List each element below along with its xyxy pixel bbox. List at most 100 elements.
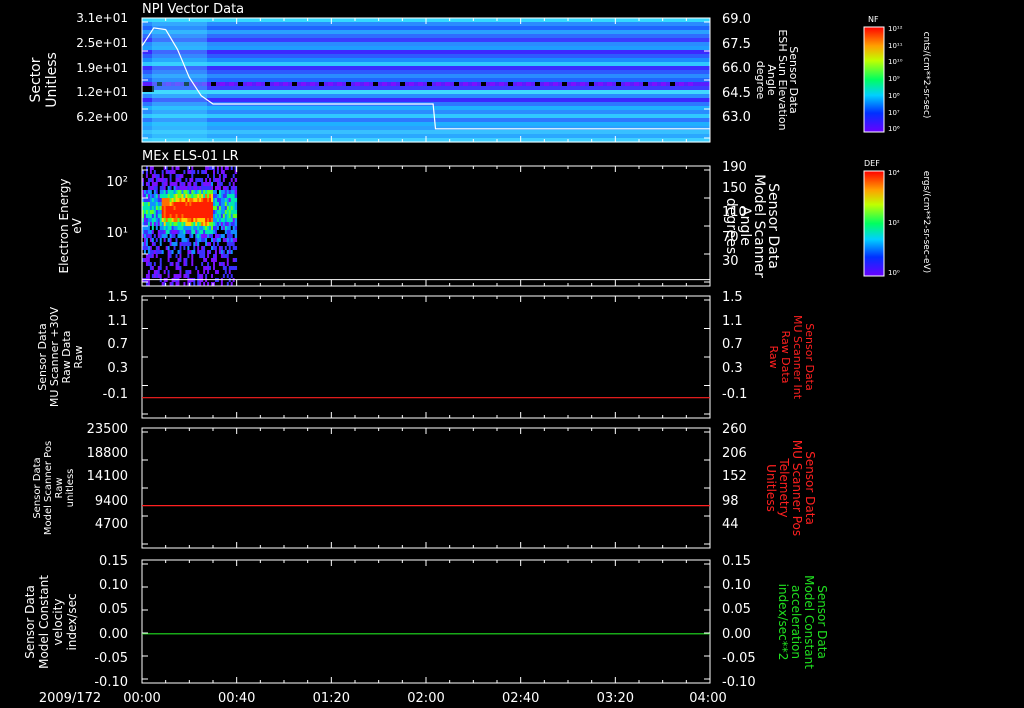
axis-label-line: Sensor Data [803,451,817,525]
axis-label-line: Sector [28,57,44,102]
time-tick-label: 00:00 [123,691,160,706]
tick-label: -0.05 [722,651,756,666]
npi-spectrogram-row [142,86,710,91]
tick-label: 10¹¹ [888,42,903,50]
axis-label-line: degree [754,61,767,100]
colorbar-nf-gradient [863,26,885,133]
npi-spectrogram-row [142,46,710,51]
npi-spectrogram-cell [238,82,243,86]
tick-label: 23500 [87,422,128,437]
mu-raw-right-axis-label: Sensor Data MU Scanner Int Raw Data Raw [767,315,816,400]
npi-left-axis-label: Sector Unitless [28,52,60,108]
els-spectrogram-cell [234,206,238,211]
tick-label: 10⁸ [888,92,900,100]
tick-label: -0.10 [722,675,756,690]
els-spectrogram-cell [234,274,238,279]
npi-spectrogram-cell [472,82,477,86]
npi-spectrogram-cell [247,82,252,86]
tick-label: 0.7 [722,337,743,352]
panel-title-els: MEx ELS-01 LR [142,149,239,164]
npi-spectrogram-cell [589,82,594,86]
tick-label: 69.0 [722,12,751,27]
npi-spectrogram-cell [535,82,540,86]
colorbar-def: DEF 10⁴ 10² 10⁰ ergs/(cm**2-sr-sec-eV) [863,159,931,277]
npi-spectrogram-row [142,54,710,59]
axis-label-line: Raw [72,345,85,368]
model-constant-left-ticks: 0.15 0.10 0.05 0.00 -0.05 -0.10 [94,554,128,690]
tick-label: 0.15 [99,554,128,569]
axis-label-line: velocity [51,599,65,646]
tick-label: 63.0 [722,110,751,125]
npi-spectrogram-row [142,106,710,111]
axis-label-line: Model Constant [802,575,816,669]
npi-spectrogram-cell [283,82,288,86]
npi-spectrogram-row [142,62,710,67]
npi-left-ticks: 3.1e+01 2.5e+01 1.9e+01 1.2e+01 6.2e+00 [76,11,128,124]
tick-label: 14100 [87,469,128,484]
npi-right-ticks: 69.0 67.5 66.0 64.5 63.0 [722,12,751,125]
npi-spectrogram-row [142,118,710,123]
tick-label: 10² [106,175,128,190]
tick-label: 4700 [95,517,128,532]
els-spectrogram-cell [234,174,238,179]
tick-label: 98 [722,494,739,509]
panel-npi: NPI Vector Data 3.1e+01 2.5e+01 1.9e+01 … [28,2,800,143]
npi-spectrogram-cell [364,82,369,86]
colorbar-def-unit: ergs/(cm**2-sr-sec-eV) [921,171,931,273]
time-tick-label: 03:20 [597,691,634,706]
npi-right-axis-label: Sensor Data ESH Sun Elevation Angle degr… [754,29,800,130]
time-tick-label: 02:40 [502,691,539,706]
els-spectrogram-cell [234,246,238,251]
els-spectrogram-cell [234,214,238,219]
npi-spectrogram-cell [661,82,666,86]
scanner-pos-right-ticks: 260 206 152 98 44 [722,422,747,532]
axis-label-line: index/sec**2 [776,584,790,661]
npi-spectrogram-cell [634,82,639,86]
colorbar-nf-unit: cnts/(cm**2-sr-sec) [921,32,931,119]
axis-label-line: MU Scanner Pos [790,440,804,536]
tick-label: 0.10 [722,578,751,593]
els-spectrogram-cell [234,250,238,255]
npi-spectrogram-row [142,42,710,47]
axis-label-line: Sensor Data [815,585,829,659]
axis-label-line: Model Constant [37,575,51,669]
time-tick-label: 01:20 [313,691,350,706]
npi-spectrogram-cell [256,82,261,86]
axis-label-line: Raw [54,477,65,498]
npi-spectrogram-row [142,114,710,119]
npi-spectrogram-cell [391,82,396,86]
axis-label-line: unitless [65,469,76,508]
scanner-pos-right-axis-label: Sensor Data MU Scanner Pos Telemetry Uni… [764,440,817,536]
tick-label: 1.5 [107,290,128,305]
npi-spectrogram-cell [526,82,531,86]
model-constant-right-ticks: 0.15 0.10 0.05 0.00 -0.05 -0.10 [722,554,756,690]
els-spectrogram-cell [234,218,238,223]
tick-label: 10¹ [106,226,128,241]
tick-label: 206 [722,446,747,461]
mu-raw-left-ticks: 1.5 1.1 0.7 0.3 -0.1 [103,290,128,402]
tick-label: 18800 [87,446,128,461]
npi-spectrogram-row [142,38,710,43]
panel-els: MEx ELS-01 LR 10² 10¹ 190 150 110 70 30 … [57,149,781,287]
els-spectrogram-cell [234,262,238,267]
npi-spectrogram-cell [652,82,657,86]
date-label: 2009/172 [39,691,101,706]
els-spectrogram-cell [234,210,238,215]
els-left-axis-label: Electron Energy eV [57,178,84,273]
npi-spectrogram-row [142,130,710,135]
tick-label: 9400 [95,494,128,509]
npi-spectrogram-row [142,66,710,71]
npi-spectrogram-row [142,70,710,75]
model-constant-right-axis-label: Sensor Data Model Constant acceleration … [776,575,829,669]
mu-raw-left-axis-label: Sensor Data MU Scanner +30V Raw Data Raw [36,306,85,407]
npi-spectrogram-cell [508,82,513,86]
npi-spectrogram-row [142,74,710,79]
npi-spectrogram-row [142,122,710,127]
npi-spectrogram-cell [571,82,576,86]
npi-spectrogram-row [142,78,710,83]
tick-label: 10¹² [888,25,903,33]
npi-spectrogram [142,18,710,143]
tick-label: 1.1 [722,314,743,329]
tick-label: 64.5 [722,86,751,101]
npi-spectrogram-cell [418,82,423,86]
